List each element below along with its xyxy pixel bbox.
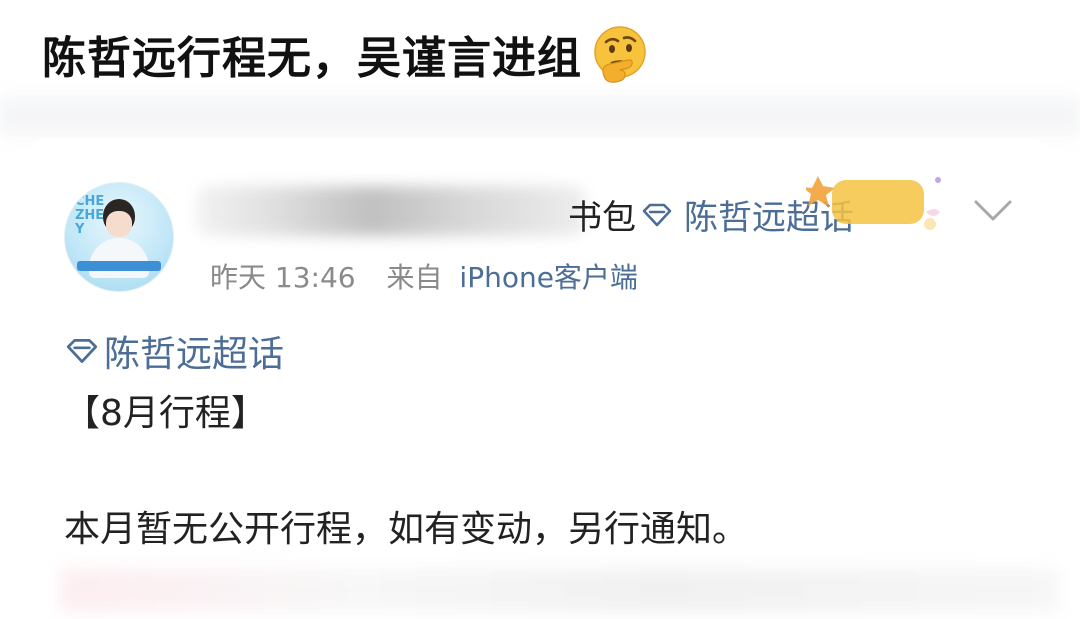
thinking-face-emoji-icon — [594, 26, 646, 83]
post-body-text: 本月暂无公开行程，如有变动，另行通知。 — [64, 509, 749, 550]
source-client-link[interactable]: iPhone客户端 — [459, 261, 638, 294]
background-blur-band — [0, 86, 1080, 146]
body-topic-label: 陈哲远超话 — [104, 334, 285, 375]
post-time: 昨天 13:46 — [210, 261, 356, 294]
bottom-blur-band — [60, 568, 1060, 612]
avatar-banner — [77, 261, 161, 271]
username-visible-tail[interactable]: 书包 — [568, 190, 636, 239]
avatar-decoration: CHE ZHE Y — [75, 194, 105, 237]
post-heading: 【8月行程】 — [64, 393, 267, 434]
diamond-icon — [642, 203, 672, 226]
chevron-down-icon[interactable] — [970, 196, 1016, 226]
username-blurred[interactable] — [196, 186, 586, 236]
headline: 陈哲远行程无，吴谨言进组 — [42, 22, 650, 86]
body-topic-link[interactable]: 陈哲远超话 — [64, 325, 284, 377]
avatar[interactable]: CHE ZHE Y — [64, 182, 174, 292]
post-meta: 昨天 13:46 来自 iPhone客户端 — [210, 256, 638, 296]
source-label: 来自 — [386, 261, 443, 294]
avatar-body — [89, 238, 149, 278]
avatar-face — [106, 211, 132, 237]
supertopic-badge-icon[interactable] — [806, 168, 956, 238]
diamond-icon — [66, 339, 98, 363]
headline-text: 陈哲远行程无，吴谨言进组 — [42, 33, 582, 84]
